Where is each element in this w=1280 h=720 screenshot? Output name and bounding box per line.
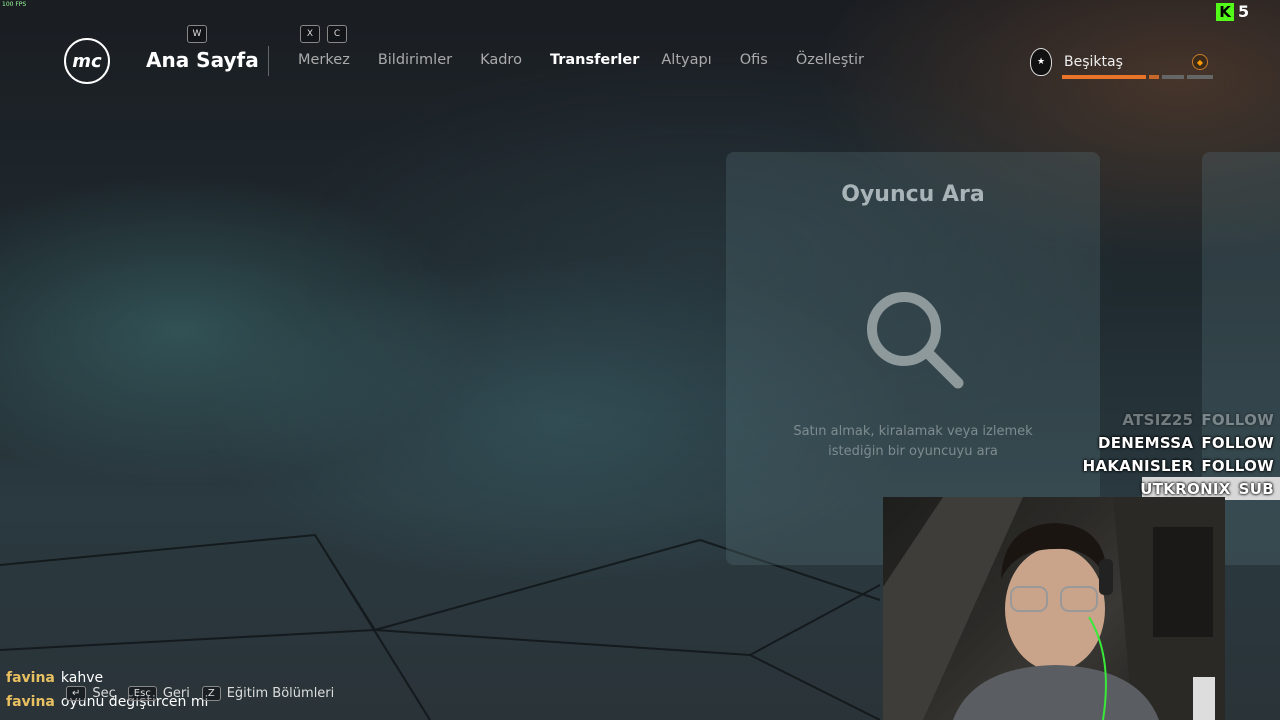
alert-user: ATSIZ25 [1122,410,1194,429]
card-description-line2: istediğin bir oyuncuyu ara [828,444,998,459]
tab-bildirimler[interactable]: Bildirimler [378,52,452,68]
chat-user: favina [6,694,55,710]
club-info[interactable]: ★ Beşiktaş [1030,48,1123,76]
enter-key-icon: ↵ [66,686,87,701]
kick-icon: K [1216,2,1234,21]
alert-follow: DENEMSSA FOLLOW [1090,431,1280,454]
home-key-hint: W [187,25,207,43]
progress-segment-filled [1062,75,1146,79]
fps-counter: 100 FPS [2,1,27,8]
tab-kadro[interactable]: Kadro [480,52,522,68]
chat-text: kahve [60,670,104,686]
alert-action: FOLLOW [1201,410,1274,429]
career-mode-logo[interactable]: mc [64,38,110,84]
card-description: Satın almak, kiralamak veya izlemek iste… [766,422,1060,462]
alert-action: FOLLOW [1201,433,1274,452]
home-title[interactable]: Ana Sayfa [146,48,259,72]
z-key-icon: Z [201,686,221,701]
hint-label: Eğitim Bölümleri [226,686,335,701]
viewer-count: 5 [1238,2,1250,21]
alert-follow: HAKANISLER FOLLOW [1083,454,1280,477]
progress-segment-partial [1149,75,1159,79]
alert-user: UTKRONIX [1140,479,1231,498]
club-name: Beşiktaş [1064,54,1123,70]
nav-divider [268,46,269,76]
alert-action: FOLLOW [1201,456,1274,475]
progress-segment-empty [1162,75,1184,79]
alert-follow: ATSIZ25 FOLLOW [1090,408,1280,431]
alert-user: HAKANISLER [1082,456,1194,475]
tutorial-hint[interactable]: Z Eğitim Bölümleri [201,686,335,701]
card-description-line1: Satın almak, kiralamak veya izlemek [793,424,1033,439]
prev-tab-key-hint: X [300,25,320,43]
stream-alerts: ATSIZ25 FOLLOW DENEMSSA FOLLOW HAKANISLE… [1083,408,1280,500]
club-crest-icon: ★ [1030,48,1052,76]
card-title: Oyuncu Ara [841,182,985,207]
esc-key-icon: Esc [127,686,157,701]
kick-viewer-count: K 5 [1216,2,1249,21]
tab-ofis[interactable]: Ofis [740,52,768,68]
webcam-feed [883,497,1225,720]
button-hints: ↵ Seç Esc Geri Z Eğitim Bölümleri [66,686,334,701]
tab-altyapi[interactable]: Altyapı [661,52,711,68]
alert-action: SUB [1238,479,1274,498]
hint-label: Geri [162,686,190,701]
search-icon [867,292,964,389]
webcam-image [883,497,1225,720]
progress-segment-empty [1187,75,1213,79]
club-objective-icon: ◆ [1192,54,1208,70]
select-hint[interactable]: ↵ Seç [66,686,116,701]
back-hint[interactable]: Esc Geri [127,686,190,701]
tab-ozellestir[interactable]: Özelleştir [796,52,864,68]
tab-transferler[interactable]: Transferler [550,52,639,68]
main-nav: Merkez Bildirimler Kadro Transferler Alt… [298,52,892,68]
club-progress-bar [1062,75,1214,79]
alert-user: DENEMSSA [1097,433,1194,452]
next-tab-key-hint: C [327,25,347,43]
chat-user: favina [6,670,55,686]
hint-label: Seç [92,686,116,701]
tab-merkez[interactable]: Merkez [298,52,350,68]
